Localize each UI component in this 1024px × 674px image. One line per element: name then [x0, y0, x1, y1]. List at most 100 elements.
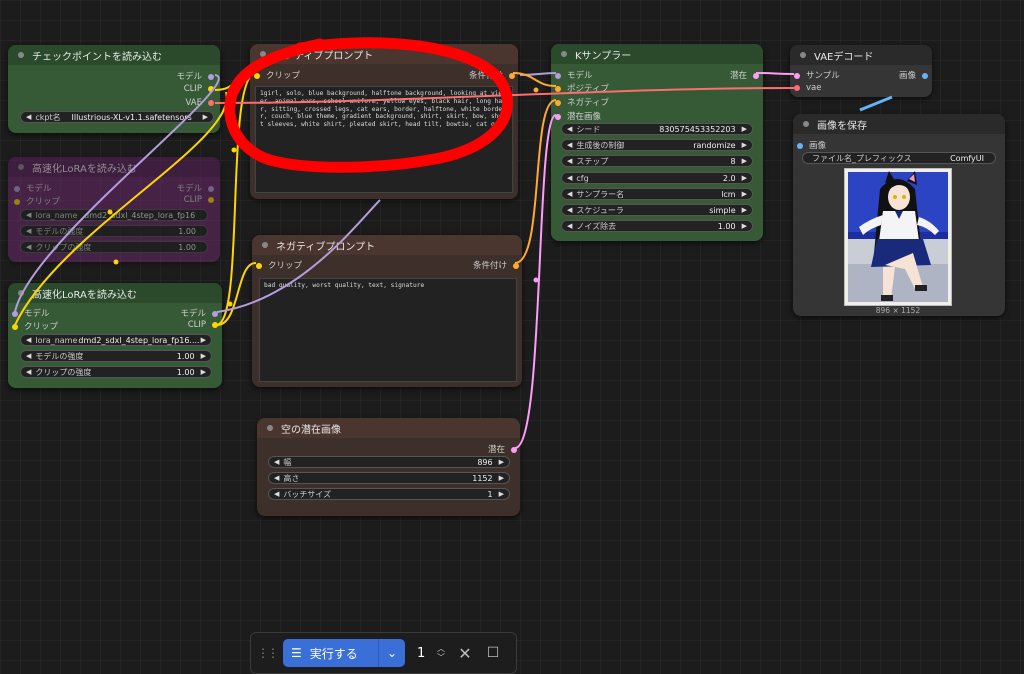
arrow-left-icon[interactable]: ◀: [274, 474, 279, 482]
lora-name-combo[interactable]: ◀ lora_name dmd2_sdxl_4step_lora_fp16: [20, 209, 208, 221]
output-slot-vae[interactable]: VAE: [186, 98, 214, 108]
generated-image-preview[interactable]: [844, 168, 952, 306]
arrow-left-icon[interactable]: ◀: [26, 368, 31, 376]
socket-icon[interactable]: [208, 196, 214, 203]
arrow-left-icon[interactable]: ◀: [26, 243, 31, 251]
arrow-right-icon[interactable]: ▶: [742, 190, 747, 198]
vae-decode-node[interactable]: VAEデコード サンプル vae 画像: [790, 45, 932, 97]
arrow-right-icon[interactable]: ▶: [742, 222, 747, 230]
arrow-left-icon[interactable]: ◀: [567, 190, 572, 198]
collapse-dot-icon[interactable]: [18, 164, 24, 170]
output-slot-clip[interactable]: CLIP: [188, 320, 218, 330]
arrow-left-icon[interactable]: ◀: [567, 222, 572, 230]
socket-icon[interactable]: [208, 99, 214, 106]
arrow-left-icon[interactable]: ◀: [567, 174, 572, 182]
ksampler-node[interactable]: Kサンプラー モデル ポジティブ ネガティブ 潜在画像 潜在 ◀ シード 8305…: [551, 44, 763, 241]
socket-icon[interactable]: [254, 72, 260, 79]
arrow-right-icon[interactable]: ▶: [499, 458, 504, 466]
input-slot-positive[interactable]: ポジティブ: [555, 82, 609, 94]
socket-icon[interactable]: [513, 262, 519, 269]
sampler-name-combo[interactable]: ◀ サンプラー名 lcm ▶: [561, 188, 753, 200]
collapse-dot-icon[interactable]: [18, 52, 24, 58]
collapse-dot-icon[interactable]: [262, 242, 268, 248]
collapse-dot-icon[interactable]: [800, 52, 806, 58]
socket-icon[interactable]: [208, 185, 214, 192]
socket-icon[interactable]: [797, 142, 803, 149]
model-strength-field[interactable]: ◀ モデルの強度 1.00: [20, 225, 208, 237]
lora-loader-node[interactable]: 高速化LoRAを読み込む モデル クリップ モデル CLIP ◀ lora_nam…: [8, 283, 222, 388]
stop-icon[interactable]: ☐: [481, 641, 505, 665]
arrow-left-icon[interactable]: ◀: [26, 227, 31, 235]
socket-icon[interactable]: [12, 310, 18, 317]
positive-prompt-node[interactable]: ポジティブプロンプト クリップ 条件付け 1girl, solo, blue b…: [250, 44, 518, 199]
arrow-left-icon[interactable]: ◀: [567, 157, 572, 165]
close-icon[interactable]: ✕: [453, 641, 477, 665]
socket-icon[interactable]: [555, 113, 561, 120]
height-field[interactable]: ◀ 高さ 1152 ▶: [268, 472, 510, 484]
arrow-right-icon[interactable]: ▶: [499, 474, 504, 482]
collapse-dot-icon[interactable]: [803, 121, 809, 127]
arrow-left-icon[interactable]: ◀: [26, 352, 31, 360]
node-title-bar[interactable]: VAEデコード: [790, 45, 932, 65]
node-title-bar[interactable]: Kサンプラー: [551, 44, 763, 64]
input-slot-image[interactable]: 画像: [797, 139, 826, 151]
input-slot-clip[interactable]: クリップ: [254, 69, 300, 81]
cfg-field[interactable]: ◀ cfg 2.0 ▶: [561, 172, 753, 184]
socket-icon[interactable]: [208, 85, 214, 92]
output-slot-latent[interactable]: 潜在: [730, 69, 759, 81]
chevron-down-icon[interactable]: ⌄: [378, 639, 405, 667]
arrow-left-icon[interactable]: ◀: [26, 113, 31, 121]
ckpt-name-combo[interactable]: ◀ ckpt名 Illustrious-XL-v1.1.safetensors …: [20, 111, 214, 123]
filename-prefix-field[interactable]: ファイル名_プレフィックス ComfyUI: [802, 152, 996, 164]
node-title-bar[interactable]: 高速化LoRAを読み込む: [8, 157, 220, 177]
steps-field[interactable]: ◀ ステップ 8 ▶: [561, 155, 753, 167]
socket-icon[interactable]: [753, 72, 759, 79]
socket-icon[interactable]: [12, 323, 18, 330]
output-slot-clip[interactable]: CLIP: [184, 195, 214, 205]
node-title-bar[interactable]: ネガティブプロンプト: [252, 235, 522, 255]
arrow-right-icon[interactable]: ▶: [201, 352, 206, 360]
control-after-generate-combo[interactable]: ◀ 生成後の制御 randomize ▶: [561, 139, 753, 151]
batch-count-stepper[interactable]: 1 ︿ ﹀: [409, 639, 449, 667]
socket-icon[interactable]: [212, 310, 218, 317]
input-slot-samples[interactable]: サンプル: [794, 69, 840, 81]
arrow-right-icon[interactable]: ▶: [742, 141, 747, 149]
output-slot-model[interactable]: モデル: [176, 182, 214, 194]
collapse-dot-icon[interactable]: [561, 51, 567, 57]
socket-icon[interactable]: [794, 72, 800, 79]
socket-icon[interactable]: [14, 198, 20, 205]
socket-icon[interactable]: [212, 321, 218, 328]
checkpoint-loader-node[interactable]: チェックポイントを読み込む モデル CLIP VAE ◀ ckpt名 Illus…: [8, 45, 220, 133]
width-field[interactable]: ◀ 幅 896 ▶: [268, 456, 510, 468]
input-slot-model[interactable]: モデル: [12, 307, 50, 319]
arrow-right-icon[interactable]: ▶: [742, 157, 747, 165]
negative-prompt-textarea[interactable]: bad quality, worst quality, text, signat…: [259, 278, 517, 382]
node-title-bar[interactable]: ポジティブプロンプト: [250, 44, 518, 64]
clip-strength-field[interactable]: ◀ クリップの強度 1.00: [20, 241, 208, 253]
node-title-bar[interactable]: 空の潜在画像: [257, 418, 520, 438]
drag-handle-icon[interactable]: ⋮⋮: [257, 646, 279, 660]
input-slot-clip[interactable]: クリップ: [12, 320, 58, 332]
arrow-right-icon[interactable]: ▶: [201, 368, 206, 376]
output-slot-model[interactable]: モデル: [176, 70, 214, 82]
input-slot-vae[interactable]: vae: [794, 83, 821, 93]
lora-name-combo[interactable]: ◀ lora_name dmd2_sdxl_4step_lora_fp16....…: [20, 334, 212, 346]
output-slot-image[interactable]: 画像: [899, 69, 928, 81]
output-slot-latent[interactable]: 潜在: [488, 443, 517, 455]
node-title-bar[interactable]: チェックポイントを読み込む: [8, 45, 220, 65]
denoise-field[interactable]: ◀ ノイズ除去 1.00 ▶: [561, 220, 753, 232]
seed-field[interactable]: ◀ シード 830575453352203 ▶: [561, 123, 753, 135]
input-slot-model[interactable]: モデル: [14, 182, 52, 194]
socket-icon[interactable]: [256, 262, 262, 269]
clip-strength-field[interactable]: ◀ クリップの強度 1.00 ▶: [20, 366, 212, 378]
arrow-right-icon[interactable]: ▶: [742, 206, 747, 214]
negative-prompt-node[interactable]: ネガティブプロンプト クリップ 条件付け bad quality, worst …: [252, 235, 522, 387]
socket-icon[interactable]: [509, 72, 515, 79]
socket-icon[interactable]: [511, 446, 517, 453]
model-strength-field[interactable]: ◀ モデルの強度 1.00 ▶: [20, 350, 212, 362]
arrow-left-icon[interactable]: ◀: [274, 458, 279, 466]
arrow-left-icon[interactable]: ◀: [26, 336, 31, 344]
arrow-right-icon[interactable]: ▶: [203, 113, 208, 121]
empty-latent-node[interactable]: 空の潜在画像 潜在 ◀ 幅 896 ▶ ◀ 高さ 1152 ▶ ◀ バッチサイズ 1 …: [257, 418, 520, 516]
socket-icon[interactable]: [555, 85, 561, 92]
